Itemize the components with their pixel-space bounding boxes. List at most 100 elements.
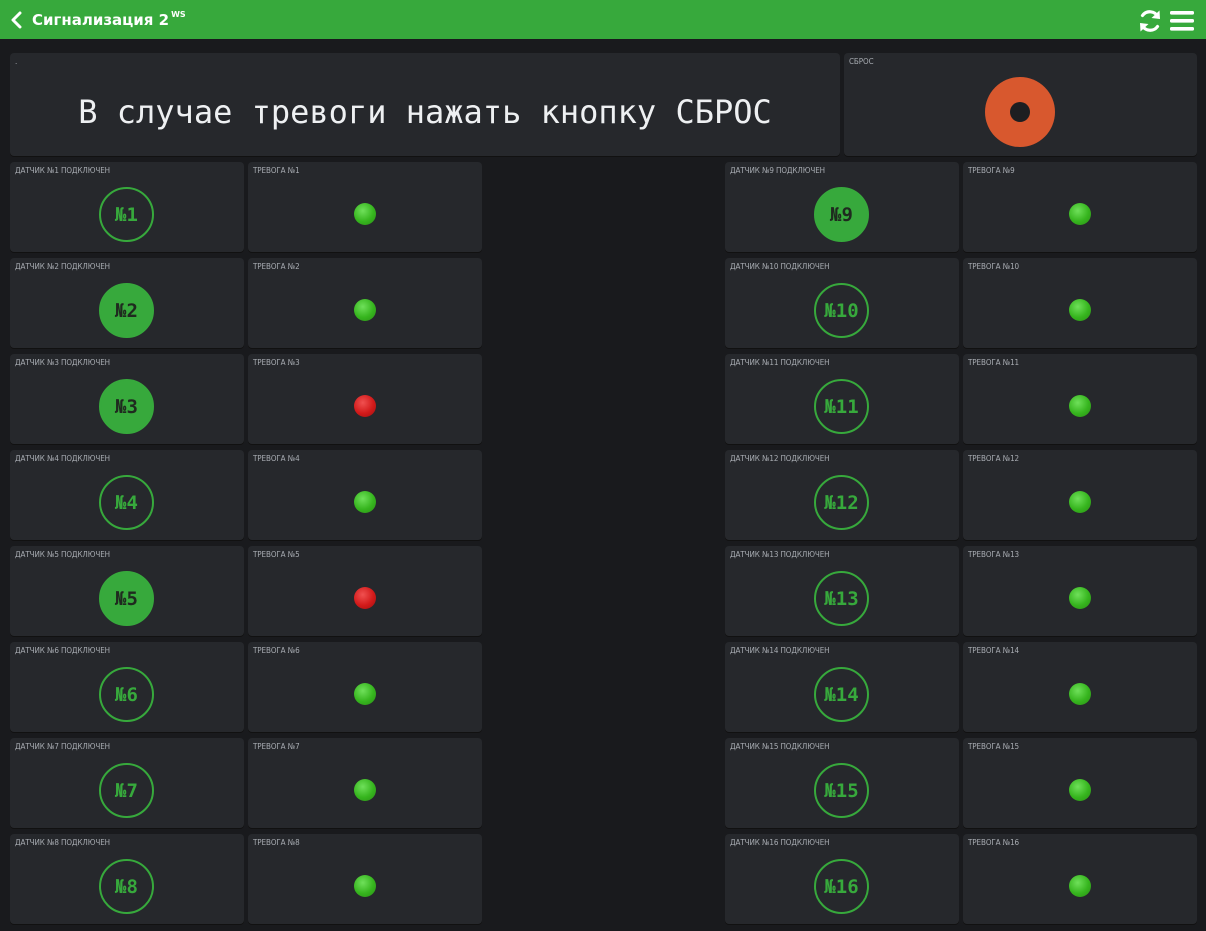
alarm-tile: ТРЕВОГА №4 xyxy=(248,450,482,540)
alarm-label: ТРЕВОГА №11 xyxy=(968,358,1020,367)
reset-tile-label: СБРОС xyxy=(849,57,874,66)
alarm-led-green xyxy=(1069,491,1091,513)
menu-icon[interactable] xyxy=(1170,10,1194,32)
reset-button-center xyxy=(1010,102,1030,122)
sensor-tile: ДАТЧИК №9 ПОДКЛЮЧЕН №9 xyxy=(725,162,959,252)
alarm-tile: ТРЕВОГА №7 xyxy=(248,738,482,828)
chevron-left-icon[interactable] xyxy=(10,11,24,29)
sensor-button[interactable]: №10 xyxy=(814,283,869,338)
alarm-label: ТРЕВОГА №7 xyxy=(253,742,300,751)
alarm-led-green xyxy=(1069,683,1091,705)
sensor-tile: ДАТЧИК №3 ПОДКЛЮЧЕН №3 xyxy=(10,354,244,444)
sensor-button[interactable]: №6 xyxy=(99,667,154,722)
sensor-button[interactable]: №16 xyxy=(814,859,869,914)
alarm-led-green xyxy=(1069,587,1091,609)
message-tile-label: . xyxy=(15,57,18,66)
alarm-label: ТРЕВОГА №5 xyxy=(253,550,300,559)
app-title: Сигнализация 2 WS xyxy=(32,10,186,29)
sensor-button[interactable]: №11 xyxy=(814,379,869,434)
alarm-label: ТРЕВОГА №8 xyxy=(253,838,300,847)
sensor-button[interactable]: №2 xyxy=(99,283,154,338)
alarm-led-green xyxy=(354,779,376,801)
alarm-led-green xyxy=(354,203,376,225)
sensor-label: ДАТЧИК №2 ПОДКЛЮЧЕН xyxy=(15,262,110,271)
sensor-tile: ДАТЧИК №8 ПОДКЛЮЧЕН №8 xyxy=(10,834,244,924)
alarm-led-green xyxy=(354,875,376,897)
alarm-tile: ТРЕВОГА №15 xyxy=(963,738,1197,828)
sensor-tile: ДАТЧИК №11 ПОДКЛЮЧЕН №11 xyxy=(725,354,959,444)
sensor-label: ДАТЧИК №12 ПОДКЛЮЧЕН xyxy=(730,454,830,463)
alarm-led-green xyxy=(1069,779,1091,801)
sensor-button[interactable]: №3 xyxy=(99,379,154,434)
alarm-led-green xyxy=(1069,299,1091,321)
sensor-tile: ДАТЧИК №2 ПОДКЛЮЧЕН №2 xyxy=(10,258,244,348)
alarm-led-green xyxy=(1069,875,1091,897)
reset-button[interactable] xyxy=(985,77,1055,147)
alarm-label: ТРЕВОГА №6 xyxy=(253,646,300,655)
alarm-led-green xyxy=(354,683,376,705)
alarm-label: ТРЕВОГА №1 xyxy=(253,166,300,175)
alarm-led-green xyxy=(1069,395,1091,417)
sensor-button[interactable]: №8 xyxy=(99,859,154,914)
sensor-tile: ДАТЧИК №7 ПОДКЛЮЧЕН №7 xyxy=(10,738,244,828)
sensor-button[interactable]: №12 xyxy=(814,475,869,530)
sensor-button[interactable]: №1 xyxy=(99,187,154,242)
alarm-label: ТРЕВОГА №3 xyxy=(253,358,300,367)
app-title-superscript: WS xyxy=(171,10,186,19)
sensor-label: ДАТЧИК №11 ПОДКЛЮЧЕН xyxy=(730,358,830,367)
alarm-led-red xyxy=(354,587,376,609)
alarm-label: ТРЕВОГА №12 xyxy=(968,454,1020,463)
sensor-tile: ДАТЧИК №4 ПОДКЛЮЧЕН №4 xyxy=(10,450,244,540)
sensor-tile: ДАТЧИК №15 ПОДКЛЮЧЕН №15 xyxy=(725,738,959,828)
sensor-label: ДАТЧИК №6 ПОДКЛЮЧЕН xyxy=(15,646,110,655)
sensor-label: ДАТЧИК №16 ПОДКЛЮЧЕН xyxy=(730,838,830,847)
sensor-tile: ДАТЧИК №13 ПОДКЛЮЧЕН №13 xyxy=(725,546,959,636)
alarm-label: ТРЕВОГА №2 xyxy=(253,262,300,271)
alarm-tile: ТРЕВОГА №10 xyxy=(963,258,1197,348)
sensor-label: ДАТЧИК №4 ПОДКЛЮЧЕН xyxy=(15,454,110,463)
alarm-led-red xyxy=(354,395,376,417)
sensor-button[interactable]: №13 xyxy=(814,571,869,626)
sensor-tile: ДАТЧИК №1 ПОДКЛЮЧЕН №1 xyxy=(10,162,244,252)
sensor-button[interactable]: №9 xyxy=(814,187,869,242)
sensor-tile: ДАТЧИК №6 ПОДКЛЮЧЕН №6 xyxy=(10,642,244,732)
sensor-tile: ДАТЧИК №14 ПОДКЛЮЧЕН №14 xyxy=(725,642,959,732)
alarm-tile: ТРЕВОГА №1 xyxy=(248,162,482,252)
sensor-button[interactable]: №14 xyxy=(814,667,869,722)
refresh-icon[interactable] xyxy=(1137,8,1163,34)
alarm-tile: ТРЕВОГА №11 xyxy=(963,354,1197,444)
alarm-tile: ТРЕВОГА №2 xyxy=(248,258,482,348)
message-tile: . В случае тревоги нажать кнопку СБРОС xyxy=(10,53,840,156)
sensor-label: ДАТЧИК №1 ПОДКЛЮЧЕН xyxy=(15,166,110,175)
sensor-label: ДАТЧИК №8 ПОДКЛЮЧЕН xyxy=(15,838,110,847)
sensor-label: ДАТЧИК №13 ПОДКЛЮЧЕН xyxy=(730,550,830,559)
sensor-label: ДАТЧИК №10 ПОДКЛЮЧЕН xyxy=(730,262,830,271)
alarm-tile: ТРЕВОГА №9 xyxy=(963,162,1197,252)
alarm-label: ТРЕВОГА №13 xyxy=(968,550,1020,559)
alarm-led-green xyxy=(1069,203,1091,225)
sensor-button[interactable]: №5 xyxy=(99,571,154,626)
reset-tile: СБРОС xyxy=(844,53,1197,156)
top-bar: Сигнализация 2 WS xyxy=(0,0,1206,39)
sensor-label: ДАТЧИК №3 ПОДКЛЮЧЕН xyxy=(15,358,110,367)
alarm-led-green xyxy=(354,299,376,321)
alarm-label: ТРЕВОГА №10 xyxy=(968,262,1020,271)
alarm-tile: ТРЕВОГА №5 xyxy=(248,546,482,636)
alarm-label: ТРЕВОГА №14 xyxy=(968,646,1020,655)
sensor-button[interactable]: №7 xyxy=(99,763,154,818)
alarm-label: ТРЕВОГА №15 xyxy=(968,742,1020,751)
alarm-tile: ТРЕВОГА №3 xyxy=(248,354,482,444)
alarm-tile: ТРЕВОГА №14 xyxy=(963,642,1197,732)
sensor-tile: ДАТЧИК №5 ПОДКЛЮЧЕН №5 xyxy=(10,546,244,636)
alarm-tile: ТРЕВОГА №12 xyxy=(963,450,1197,540)
sensor-label: ДАТЧИК №14 ПОДКЛЮЧЕН xyxy=(730,646,830,655)
sensor-button[interactable]: №15 xyxy=(814,763,869,818)
alarm-tile: ТРЕВОГА №8 xyxy=(248,834,482,924)
sensor-tile: ДАТЧИК №16 ПОДКЛЮЧЕН №16 xyxy=(725,834,959,924)
alarm-tile: ТРЕВОГА №13 xyxy=(963,546,1197,636)
alarm-label: ТРЕВОГА №9 xyxy=(968,166,1015,175)
sensor-button[interactable]: №4 xyxy=(99,475,154,530)
sensor-label: ДАТЧИК №15 ПОДКЛЮЧЕН xyxy=(730,742,830,751)
app-title-text: Сигнализация 2 xyxy=(32,11,170,29)
alarm-led-green xyxy=(354,491,376,513)
